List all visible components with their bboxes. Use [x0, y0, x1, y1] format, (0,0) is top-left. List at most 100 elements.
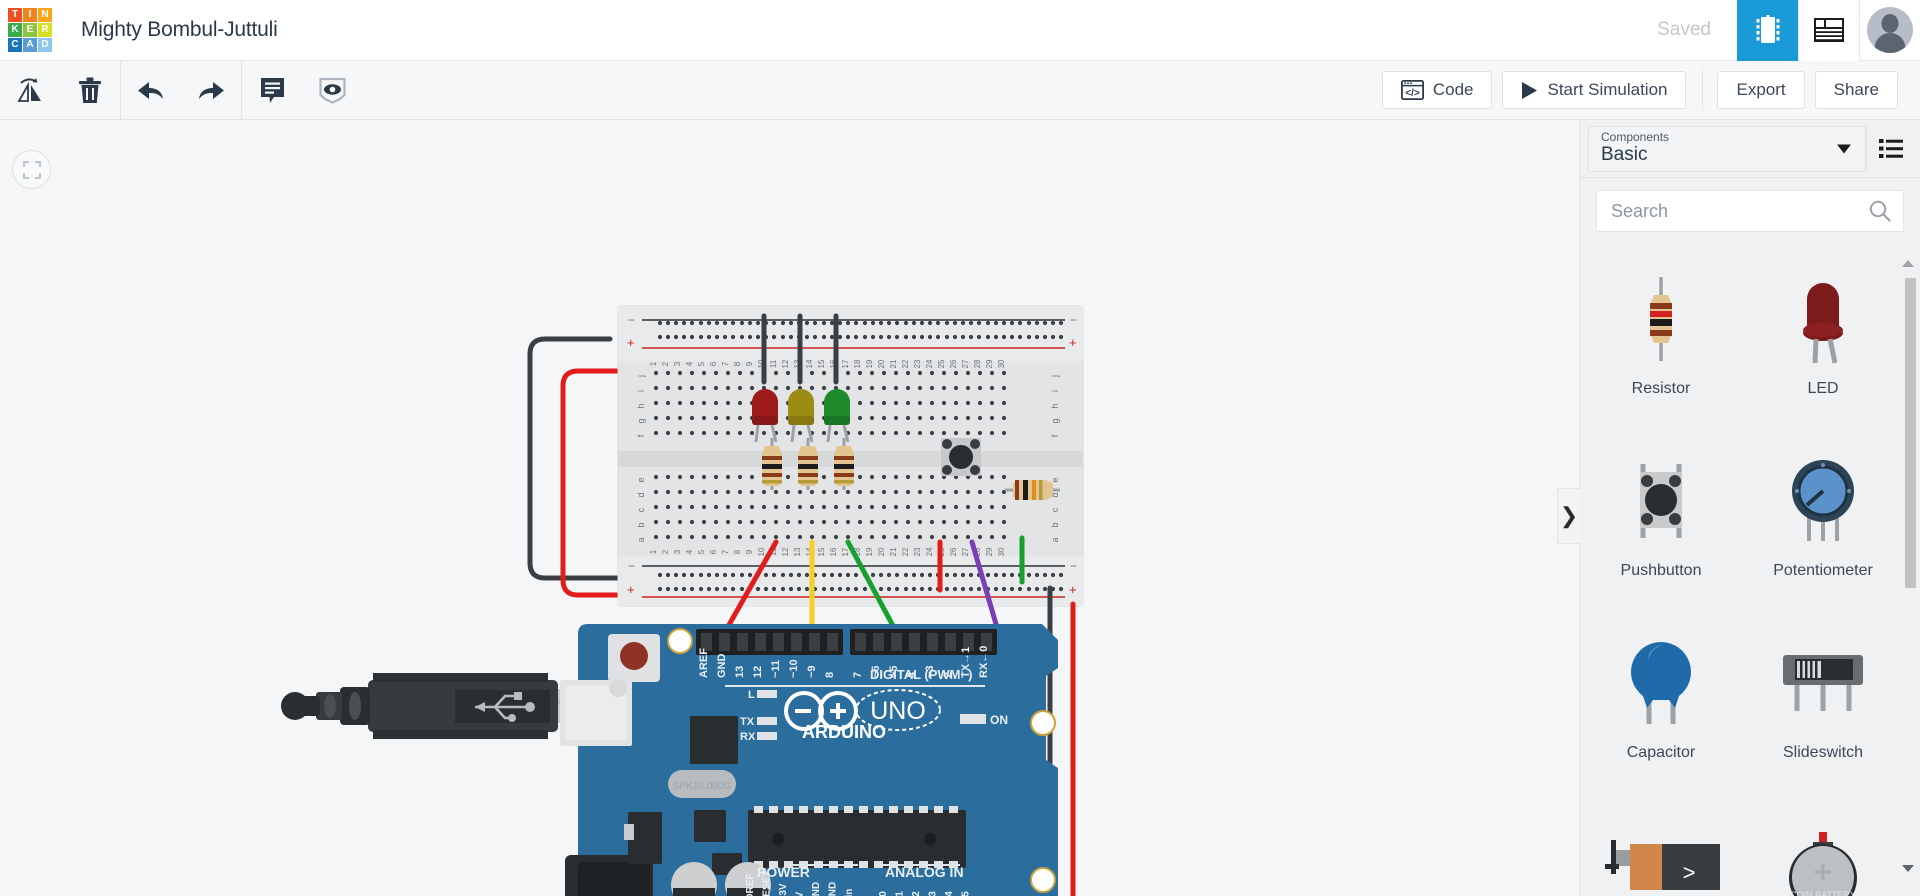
component-grid[interactable]: Resistor LED Pushbutton Potentiometer Ca…	[1580, 242, 1905, 896]
svg-text:15: 15	[817, 359, 826, 368]
svg-text:a: a	[1050, 537, 1060, 542]
component-label: LED	[1807, 380, 1839, 397]
svg-text:20: 20	[877, 547, 886, 556]
rail-plus-bot-right: +	[1069, 582, 1077, 597]
svg-text:17: 17	[841, 359, 850, 368]
arduino-uno-board[interactable]: AREF GND 13 12 ~11 ~10 ~9 8 7 ~6 ~5 4 ~3 2 TX→1 RX←0 DI…	[560, 624, 1058, 896]
avatar	[1867, 7, 1913, 53]
rail-plus-top-left: +	[627, 335, 635, 350]
panel-collapse-button[interactable]: ❯	[1557, 488, 1580, 544]
svg-text:RX←0: RX←0	[978, 646, 990, 678]
list-table-icon	[1814, 18, 1844, 42]
svg-text:20: 20	[877, 359, 886, 368]
visibility-button[interactable]	[302, 61, 362, 120]
svg-text:26: 26	[949, 359, 958, 368]
component-slideswitch[interactable]: Slideswitch	[1742, 606, 1904, 788]
circuits-view-button[interactable]	[1737, 0, 1798, 61]
share-button[interactable]: Share	[1814, 71, 1898, 109]
svg-text:5: 5	[697, 549, 706, 554]
eye-icon	[318, 77, 346, 104]
document-title[interactable]: Mighty Bombul-Juttuli	[81, 18, 278, 42]
logo-letter-d: D	[38, 38, 52, 52]
svg-text:g: g	[636, 418, 646, 423]
svg-text:AREF: AREF	[698, 648, 710, 678]
coin-battery-icon: COIN BATTERY	[1777, 806, 1869, 896]
pushbutton[interactable]	[941, 438, 981, 476]
component-label: Potentiometer	[1773, 562, 1873, 579]
panel-scrollbar[interactable]	[1905, 278, 1916, 588]
redo-button[interactable]	[181, 61, 241, 120]
led-icon	[1795, 260, 1851, 378]
tinkercad-logo[interactable]: T I N K E R C A D	[8, 8, 52, 52]
pushbutton-icon	[1630, 442, 1692, 560]
list-view-button[interactable]	[1866, 125, 1914, 172]
logo-letter-e: E	[23, 23, 37, 37]
wire-black-rail-loop	[527, 336, 623, 581]
search-icon[interactable]	[1869, 200, 1891, 222]
svg-text:~11: ~11	[770, 660, 782, 678]
pulldown-resistor[interactable]	[1005, 480, 1060, 500]
play-icon	[1521, 81, 1538, 100]
component-resistor[interactable]: Resistor	[1580, 242, 1742, 424]
svg-text:3.3V: 3.3V	[778, 883, 789, 896]
fit-to-view-button[interactable]	[12, 150, 51, 189]
svg-text:~9: ~9	[806, 665, 818, 678]
svg-text:25: 25	[937, 359, 946, 368]
rotate-button[interactable]	[0, 61, 60, 120]
selected-category: Basic	[1601, 143, 1648, 165]
search-box[interactable]	[1596, 190, 1904, 232]
svg-text:c: c	[1050, 507, 1060, 512]
scroll-up-arrow[interactable]	[1902, 260, 1914, 267]
component-potentiometer[interactable]: Potentiometer	[1742, 424, 1904, 606]
circuit-drawing[interactable]: − − + + − − + + 112233445566778899101011…	[0, 120, 1579, 896]
notes-button[interactable]	[242, 61, 302, 120]
rail-minus-bot-left: −	[628, 559, 635, 573]
svg-text:3: 3	[673, 549, 682, 554]
notes-icon	[260, 77, 285, 104]
arduino-wordmark: ARDUINO	[802, 722, 886, 742]
circuit-canvas[interactable]: − − + + − − + + 112233445566778899101011…	[0, 120, 1579, 896]
svg-text:e: e	[1050, 477, 1060, 482]
svg-text:29: 29	[985, 547, 994, 556]
logo-letter-n: N	[38, 8, 52, 22]
code-button-label: Code	[1432, 80, 1474, 99]
history-tool-group	[121, 61, 241, 120]
delete-button[interactable]	[60, 61, 120, 120]
components-list-button[interactable]	[1798, 0, 1859, 61]
svg-text:c: c	[636, 507, 646, 512]
svg-text:12: 12	[752, 666, 764, 678]
component-coin-battery[interactable]: COIN BATTERY Coin Battery	[1742, 788, 1904, 896]
svg-text:GND: GND	[716, 654, 728, 679]
component-capacitor[interactable]: Capacitor	[1580, 606, 1742, 788]
export-button[interactable]: Export	[1717, 71, 1805, 109]
list-view-icon	[1878, 139, 1903, 158]
component-led[interactable]: LED	[1742, 242, 1904, 424]
user-menu-button[interactable]	[1859, 0, 1920, 61]
code-button[interactable]: </> Code	[1381, 71, 1493, 109]
svg-text:27: 27	[961, 359, 970, 368]
logo-letter-r: R	[38, 23, 52, 37]
trash-icon	[78, 77, 102, 104]
svg-text:5: 5	[697, 361, 706, 366]
svg-text:b: b	[1050, 522, 1060, 527]
component-battery[interactable]: > Battery	[1580, 788, 1742, 896]
search-input[interactable]	[1611, 200, 1869, 222]
component-category-select[interactable]: Components Basic	[1588, 125, 1866, 172]
logo-letter-c: C	[8, 38, 22, 52]
svg-text:29: 29	[985, 359, 994, 368]
svg-text:11: 11	[769, 359, 778, 368]
svg-text:24: 24	[925, 547, 934, 556]
digital-header-label: DIGITAL (PWM~)	[870, 667, 972, 682]
undo-icon	[136, 78, 166, 102]
toolbar-actions: </> Code Start Simulation Export Share	[1381, 61, 1920, 120]
svg-text:6: 6	[709, 549, 718, 554]
svg-text:7: 7	[852, 672, 864, 678]
svg-text:8: 8	[733, 361, 742, 366]
svg-text:j: j	[1050, 375, 1060, 378]
battery-icon: >	[1601, 806, 1721, 896]
svg-text:i: i	[1050, 390, 1060, 392]
scroll-down-arrow[interactable]	[1902, 865, 1914, 872]
start-simulation-button[interactable]: Start Simulation	[1502, 71, 1687, 109]
undo-button[interactable]	[121, 61, 181, 120]
component-pushbutton[interactable]: Pushbutton	[1580, 424, 1742, 606]
